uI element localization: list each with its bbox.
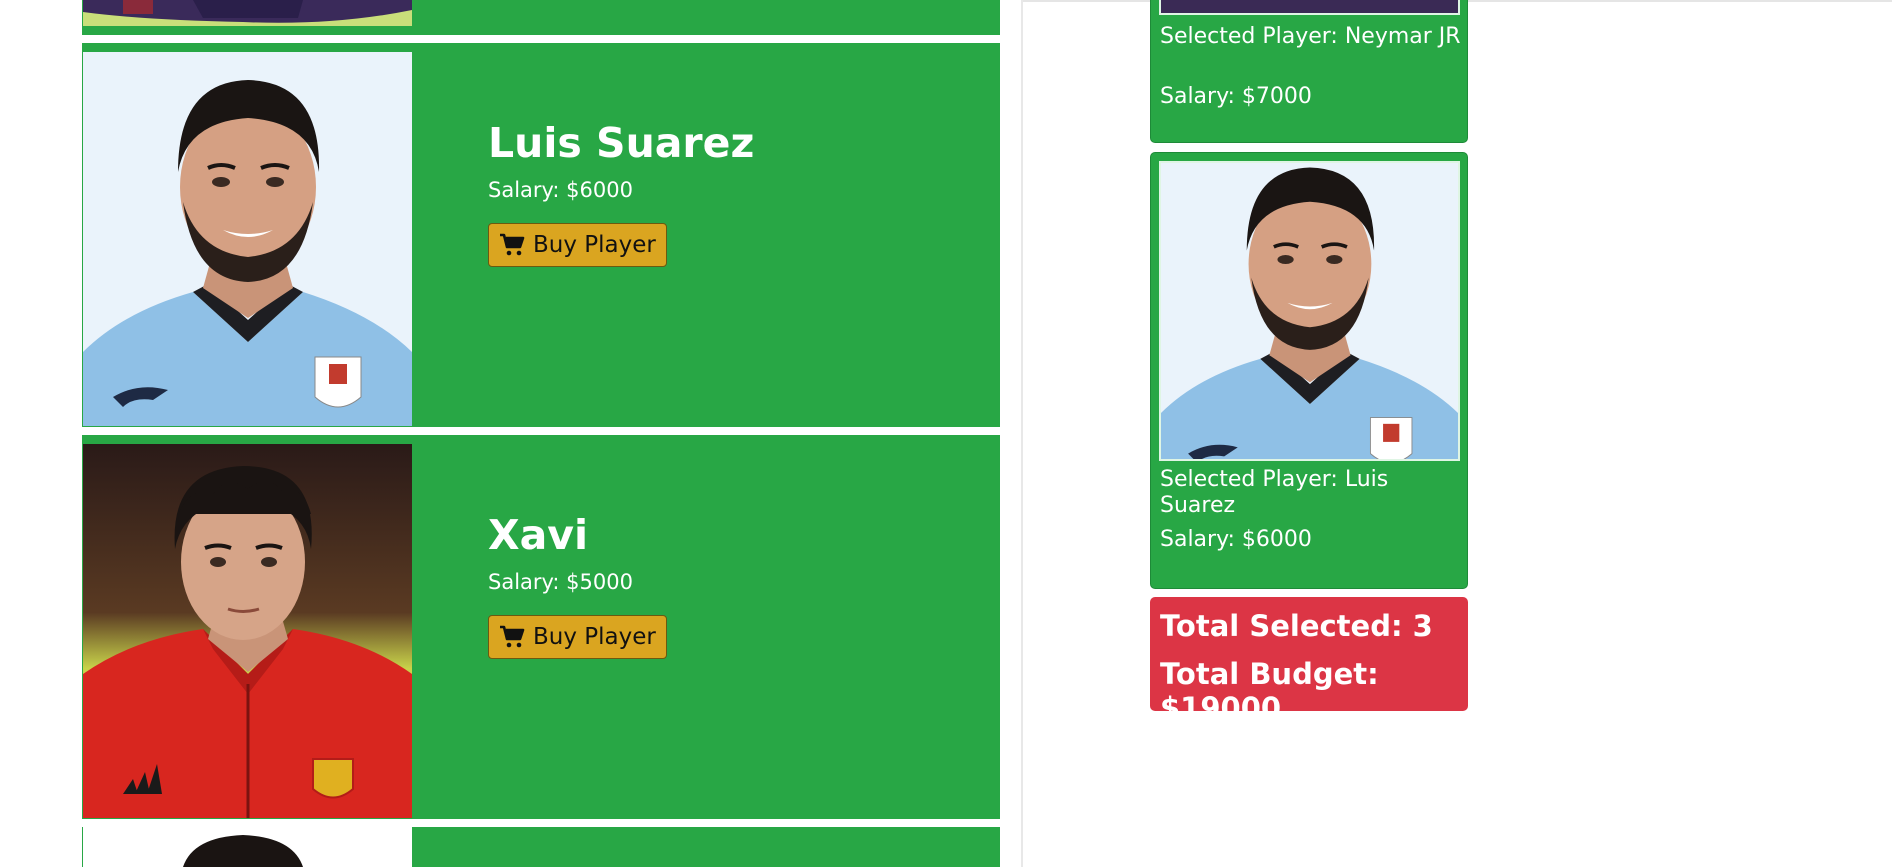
selected-player-salary: Salary: $7000 bbox=[1160, 84, 1312, 109]
player-name: Xavi bbox=[488, 511, 589, 559]
selected-player-name: Selected Player: Luis Suarez bbox=[1160, 467, 1389, 519]
selected-player-card: Selected Player: Neymar JR Salary: $7000 bbox=[1150, 0, 1468, 143]
player-salary: Salary: $6000 bbox=[488, 178, 633, 203]
buy-player-button[interactable]: Buy Player bbox=[488, 615, 667, 660]
total-budget: Total Budget: $19000 bbox=[1160, 657, 1379, 725]
selected-player-photo bbox=[1159, 161, 1460, 461]
player-card: Luis Suarez Salary: $6000 Buy Player bbox=[82, 43, 1000, 427]
selected-player-salary: Salary: $6000 bbox=[1160, 527, 1312, 552]
player-info: Xavi Salary: $5000 Buy Player bbox=[488, 511, 667, 660]
player-photo bbox=[83, 444, 412, 818]
totals-box: Total Selected: 3 Total Budget: $19000 bbox=[1150, 597, 1468, 725]
player-name: Luis Suarez bbox=[488, 119, 755, 167]
player-info: Luis Suarez Salary: $6000 Buy Player bbox=[488, 119, 755, 268]
player-card-partial-top bbox=[82, 0, 1000, 35]
shopping-cart-icon bbox=[499, 625, 525, 649]
buy-player-label: Buy Player bbox=[533, 232, 656, 259]
total-selected: Total Selected: 3 bbox=[1160, 609, 1433, 643]
player-photo-partial bbox=[83, 827, 412, 867]
player-card: Xavi Salary: $5000 Buy Player bbox=[82, 435, 1000, 819]
buy-player-button[interactable]: Buy Player bbox=[488, 223, 667, 268]
player-photo-partial bbox=[83, 0, 412, 26]
player-card-partial-bottom bbox=[82, 827, 1000, 867]
column-divider bbox=[1021, 0, 1023, 867]
shopping-cart-icon bbox=[499, 233, 525, 257]
selected-player-photo-partial bbox=[1159, 0, 1460, 15]
player-photo bbox=[83, 52, 412, 426]
selected-player-card: Selected Player: Luis Suarez Salary: $60… bbox=[1150, 152, 1468, 589]
selected-player-name: Selected Player: Neymar JR bbox=[1160, 24, 1461, 49]
player-salary: Salary: $5000 bbox=[488, 570, 633, 595]
buy-player-label: Buy Player bbox=[533, 624, 656, 651]
